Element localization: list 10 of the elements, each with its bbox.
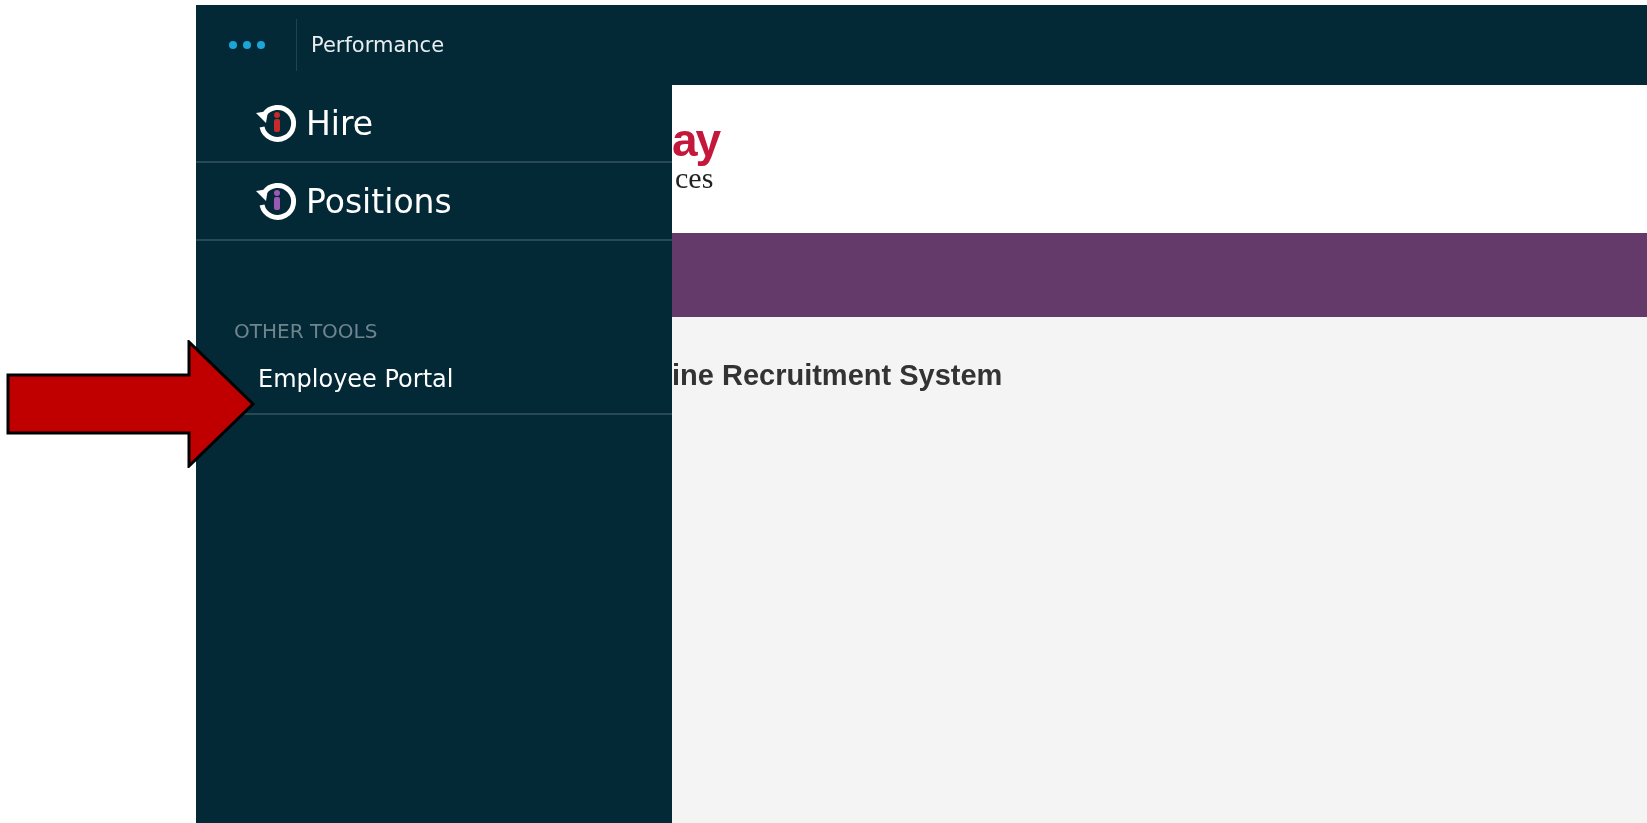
menu-item[interactable]: Hire xyxy=(196,85,672,163)
arrow-icon xyxy=(6,340,256,468)
refresh-arrow-icon xyxy=(256,183,297,220)
page-heading: ine Recruitment System xyxy=(672,359,1004,392)
menu-item[interactable]: Positions xyxy=(196,163,672,241)
refresh-arrow-icon xyxy=(256,105,297,142)
section-title: OTHER TOOLS xyxy=(233,319,379,343)
more-icon[interactable] xyxy=(228,40,266,50)
app-title: Performance xyxy=(311,33,445,57)
menu-link[interactable]: Employee Portal xyxy=(258,365,454,393)
